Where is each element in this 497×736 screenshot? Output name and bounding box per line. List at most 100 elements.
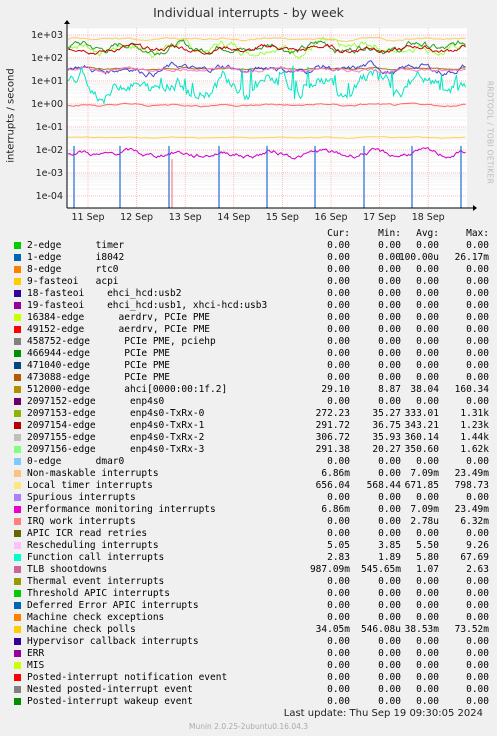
legend-row: 2097156-edge enp4s0-TxRx-3 291.38 20.27 350… [0, 444, 497, 456]
legend-avg: 0.00 [416, 588, 439, 599]
legend-min: 0.00 [378, 396, 401, 407]
legend-label: Thermal event interrupts [27, 576, 165, 587]
legend-swatch [14, 662, 21, 669]
legend-row: 9-fasteoi acpi 0.00 0.00 0.00 0.00 [0, 276, 497, 288]
legend-swatch [14, 386, 21, 393]
legend-cur: 0.00 [327, 588, 350, 599]
legend-max: 0.00 [466, 336, 489, 347]
legend-row: 2097152-edge enp4s0 0.00 0.00 0.00 0.00 [0, 396, 497, 408]
legend-min: 546.08u [360, 624, 401, 635]
legend-min: 0.00 [378, 648, 401, 659]
legend-min: 35.27 [372, 408, 401, 419]
legend-cur: 0.00 [327, 288, 350, 299]
header-avg: Avg: [416, 228, 439, 239]
legend-max: 0.00 [466, 588, 489, 599]
legend-row: Threshold APIC interrupts 0.00 0.00 0.00 0.0… [0, 588, 497, 600]
legend-cur: 6.86m [321, 504, 350, 515]
legend-min: 0.00 [378, 588, 401, 599]
legend-swatch [14, 590, 21, 597]
header-min: Min: [378, 228, 401, 239]
legend-row: 2097154-edge enp4s0-TxRx-1 291.72 36.75 343… [0, 420, 497, 432]
legend-row: APIC ICR read retries 0.00 0.00 0.00 0.00 [0, 528, 497, 540]
y-tick-label: 1e+03 [31, 30, 63, 41]
legend-label: Machine check exceptions [27, 612, 165, 623]
legend-cur: 0.00 [327, 660, 350, 671]
legend-row: 49152-edge aerdrv, PCIe PME 0.00 0.00 0.00 0… [0, 324, 497, 336]
legend-row: 18-fasteoi ehci_hcd:usb2 0.00 0.00 0.00 0.00 [0, 288, 497, 300]
legend-avg: 5.80 [416, 552, 439, 563]
legend-cur: 0.00 [327, 672, 350, 683]
legend-swatch [14, 638, 21, 645]
legend-row: Nested posted-interrupt event 0.00 0.00 0.0… [0, 684, 497, 696]
legend-swatch [14, 446, 21, 453]
y-tick-label: 1e-02 [36, 145, 63, 156]
legend-swatch [14, 674, 21, 681]
legend-cur: 0.00 [327, 696, 350, 707]
legend-avg: 7.09m [410, 468, 439, 479]
legend-cur: 0.00 [327, 396, 350, 407]
x-tick-label: 18 Sep [412, 212, 445, 223]
legend-avg: 0.00 [416, 240, 439, 251]
legend-swatch [14, 506, 21, 513]
legend-label: 18-fasteoi ehci_hcd:usb2 [27, 288, 182, 299]
legend-avg: 0.00 [416, 696, 439, 707]
legend-min: 545.65m [360, 564, 401, 575]
legend-avg: 0.00 [416, 492, 439, 503]
x-tick-label: 12 Sep [120, 212, 153, 223]
legend-header: Cur: Min: Avg: Max: [0, 228, 497, 240]
y-tick-label: 1e+01 [31, 76, 63, 87]
legend-label: IRQ work interrupts [27, 516, 136, 527]
legend-min: 0.00 [378, 600, 401, 611]
legend-swatch [14, 554, 21, 561]
legend-min: 0.00 [378, 456, 401, 467]
legend-avg: 5.50 [416, 540, 439, 551]
legend-cur: 0.00 [327, 360, 350, 371]
legend-swatch [14, 422, 21, 429]
legend-min: 0.00 [378, 348, 401, 359]
legend-row: 19-fasteoi ehci_hcd:usb1, xhci-hcd:usb3 0… [0, 300, 497, 312]
legend-swatch [14, 434, 21, 441]
legend-avg: 0.00 [416, 324, 439, 335]
legend-swatch [14, 602, 21, 609]
legend-label: 9-fasteoi acpi [27, 276, 119, 287]
legend-row: IRQ work interrupts 0.00 0.00 2.78u 6.32m [0, 516, 497, 528]
legend-swatch [14, 254, 21, 261]
legend-row: Performance monitoring interrupts 6.86m 0.… [0, 504, 497, 516]
legend-swatch [14, 362, 21, 369]
legend-swatch [14, 518, 21, 525]
legend-cur: 291.38 [315, 444, 350, 455]
legend-label: 2097152-edge enp4s0 [27, 396, 165, 407]
legend-avg: 350.60 [404, 444, 439, 455]
legend-cur: 0.00 [327, 300, 350, 311]
legend-avg: 343.21 [404, 420, 439, 431]
legend-min: 36.75 [372, 420, 401, 431]
legend-cur: 0.00 [327, 528, 350, 539]
legend-label: 2097153-edge enp4s0-TxRx-0 [27, 408, 205, 419]
legend-label: 2097155-edge enp4s0-TxRx-2 [27, 432, 205, 443]
x-tick-label: 14 Sep [217, 212, 250, 223]
legend-swatch [14, 698, 21, 705]
legend-label: Deferred Error APIC interrupts [27, 600, 199, 611]
legend-avg: 0.00 [416, 348, 439, 359]
legend-max: 0.00 [466, 672, 489, 683]
legend-swatch [14, 470, 21, 477]
legend-max: 23.49m [454, 468, 489, 479]
legend-max: 67.69 [460, 552, 489, 563]
legend-min: 0.00 [378, 684, 401, 695]
legend-max: 0.00 [466, 600, 489, 611]
legend-row: TLB shootdowns 987.09m 545.65m 1.07 2.63 [0, 564, 497, 576]
x-tick-label: 17 Sep [363, 212, 396, 223]
x-tick-label: 13 Sep [169, 212, 202, 223]
legend-cur: 0.00 [327, 348, 350, 359]
legend-avg: 0.00 [416, 312, 439, 323]
legend-cur: 0.00 [327, 600, 350, 611]
legend-avg: 0.00 [416, 396, 439, 407]
legend-cur: 0.00 [327, 492, 350, 503]
legend-swatch [14, 626, 21, 633]
legend-row: 1-edge i8042 0.00 0.00 100.00u 26.17m [0, 252, 497, 264]
legend-min: 0.00 [378, 288, 401, 299]
x-axis-ticks: 11 Sep 12 Sep 13 Sep 14 Sep 15 Sep 16 Sep 17 S… [71, 212, 444, 223]
legend-cur: 0.00 [327, 648, 350, 659]
legend-row: Thermal event interrupts 0.00 0.00 0.00 0.00 [0, 576, 497, 588]
chart-plot: 1e+03 1e+02 1e+01 1e+00 1e-01 1e-02 1e-03 1e-04… [31, 20, 477, 223]
